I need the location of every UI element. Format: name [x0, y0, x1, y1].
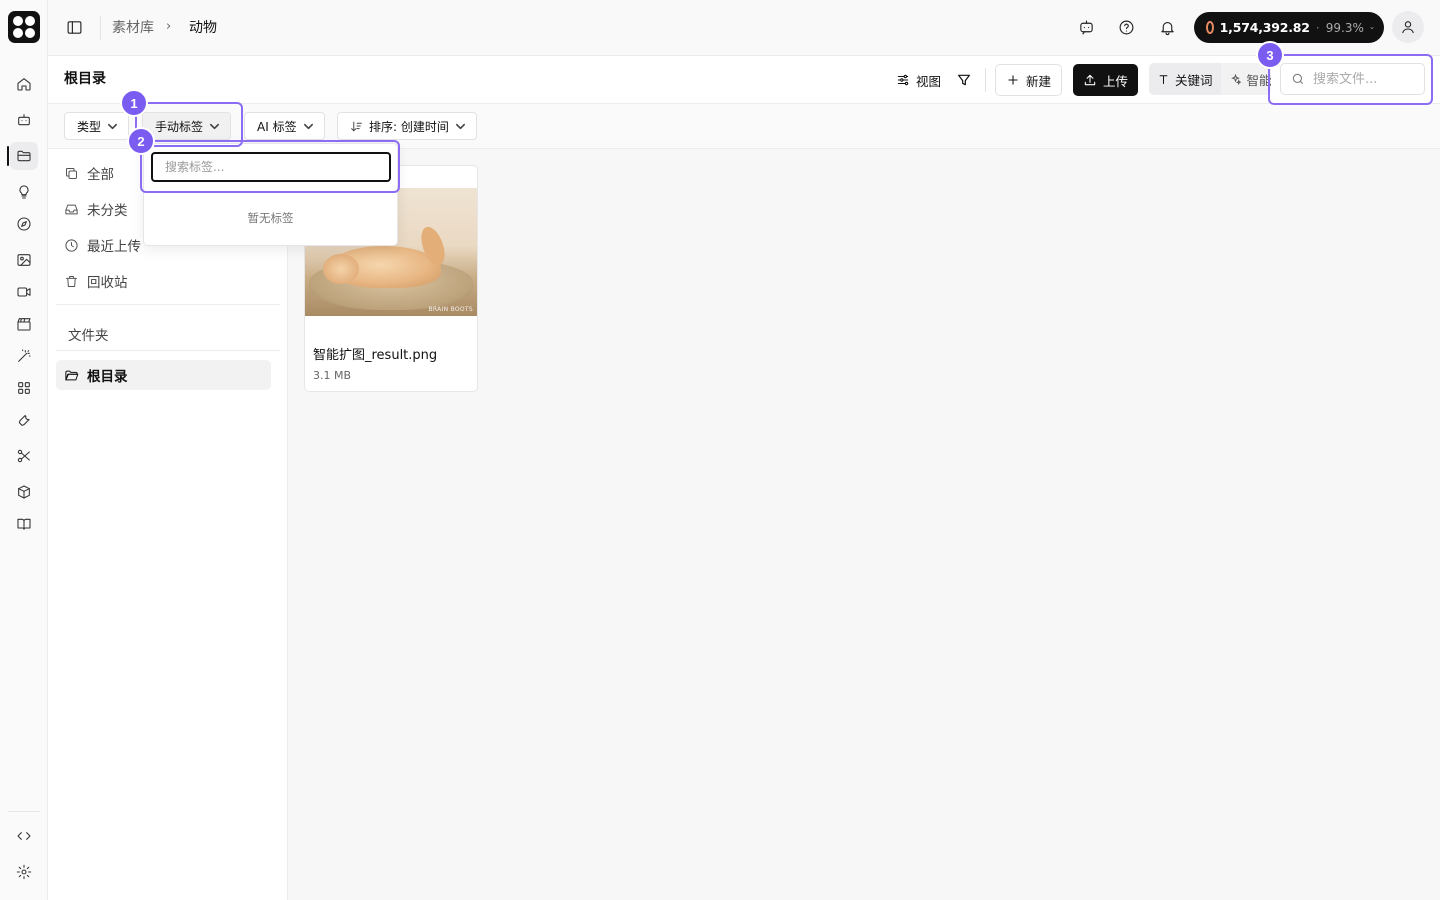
- file-size: 3.1 MB: [313, 369, 352, 382]
- sidebar-item-label: 未分类: [87, 203, 128, 219]
- notification-bell-icon[interactable]: [1153, 13, 1181, 41]
- apps-grid-icon[interactable]: [10, 374, 38, 402]
- home-icon[interactable]: [10, 70, 38, 98]
- type-filter-label: 类型: [77, 119, 102, 134]
- clock-icon: [65, 238, 78, 252]
- library-sidebar: 全部 未分类 最近上传 回收站 文件夹 根目录: [48, 149, 288, 900]
- settings-gear-icon[interactable]: [10, 858, 38, 886]
- app-rail: [0, 0, 48, 900]
- user-icon: [1402, 21, 1414, 34]
- chevron-down-icon: [303, 123, 313, 129]
- file-search-box: [1280, 63, 1425, 95]
- new-button[interactable]: 新建: [995, 64, 1063, 96]
- copy-icon: [66, 167, 77, 179]
- search-icon: [1292, 73, 1304, 85]
- bot-icon[interactable]: [10, 106, 38, 134]
- sliders-icon: [897, 74, 909, 86]
- chevron-down-icon: [210, 123, 220, 129]
- sort-label: 排序: 创建时间: [369, 119, 449, 134]
- new-button-label: 新建: [1026, 73, 1052, 89]
- folder-section-label: 文件夹: [68, 328, 109, 344]
- file-grid: BRAIN BOOTS 智能扩图_result.png 3.1 MB: [288, 149, 1440, 900]
- compass-icon[interactable]: [10, 210, 38, 238]
- clapperboard-icon[interactable]: [10, 310, 38, 338]
- breadcrumb-current: 动物: [189, 20, 217, 36]
- chevron-down-icon: [108, 123, 118, 129]
- chevron-down-icon: [455, 123, 465, 129]
- file-name: 智能扩图_result.png: [313, 348, 438, 363]
- sidebar-toggle-icon[interactable]: [60, 13, 88, 41]
- page-title: 根目录: [64, 71, 106, 87]
- ai-tag-filter-dropdown[interactable]: AI 标签: [244, 112, 325, 140]
- sidebar-item-label: 全部: [87, 167, 114, 183]
- help-icon[interactable]: [1112, 13, 1140, 41]
- view-button-label: 视图: [916, 73, 942, 89]
- credits-balance-pill[interactable]: 1,574,392.82 · 99.3%: [1194, 12, 1384, 43]
- sidebar-divider: [56, 304, 280, 305]
- upload-button-label: 上传: [1103, 73, 1129, 89]
- empty-tags-message: 暂无标签: [247, 211, 294, 225]
- content-toolbar: 根目录 视图 新建 上传 关键词 智能: [48, 56, 1440, 104]
- tag-search-input[interactable]: [151, 152, 391, 182]
- wrench-icon[interactable]: [10, 406, 38, 434]
- inbox-icon: [65, 204, 78, 214]
- file-search-input[interactable]: [1313, 71, 1413, 87]
- manual-tag-filter-dropdown[interactable]: 手动标签: [142, 112, 232, 140]
- magic-wand-icon[interactable]: [10, 342, 38, 370]
- video-icon[interactable]: [10, 278, 38, 306]
- keyword-mode-option[interactable]: 关键词: [1149, 63, 1221, 95]
- scissors-icon[interactable]: [10, 442, 38, 470]
- sidebar-divider: [56, 350, 280, 351]
- keyword-mode-label: 关键词: [1175, 72, 1213, 88]
- annotation-badge-3: 3: [1256, 41, 1284, 69]
- sidebar-item-label: 回收站: [87, 275, 128, 291]
- ai-tag-filter-label: AI 标签: [257, 119, 297, 134]
- text-type-icon: [1159, 74, 1168, 84]
- folder-item-root[interactable]: 根目录: [56, 360, 271, 390]
- sidebar-item-trash[interactable]: 回收站: [56, 266, 272, 296]
- filter-button[interactable]: [948, 64, 980, 96]
- filter-funnel-icon: [958, 74, 970, 86]
- code-icon[interactable]: [10, 822, 38, 850]
- toolbar-divider: [985, 68, 986, 92]
- plus-icon: [1008, 75, 1018, 85]
- sparkles-icon: [1230, 73, 1242, 85]
- folder-open-icon: [65, 370, 79, 380]
- thumbnail-watermark: BRAIN BOOTS: [428, 306, 473, 313]
- user-avatar[interactable]: [1392, 11, 1424, 43]
- annotation-badge-1: 1: [120, 89, 148, 117]
- folder-icon[interactable]: [7, 142, 38, 170]
- sidebar-item-label: 最近上传: [87, 239, 141, 255]
- breadcrumb-root[interactable]: 素材库: [112, 19, 154, 37]
- sort-dropdown[interactable]: 排序: 创建时间: [337, 112, 477, 140]
- chat-bot-icon[interactable]: [1072, 13, 1100, 41]
- chevron-down-icon: [1370, 26, 1374, 29]
- top-header: 素材库 › 动物 1,574,392.82 · 99.3%: [48, 0, 1440, 56]
- folder-item-label: 根目录: [87, 369, 128, 385]
- credits-separator: ·: [1315, 20, 1320, 35]
- view-button[interactable]: 视图: [886, 64, 952, 96]
- annotation-badge-2: 2: [127, 127, 155, 155]
- upload-icon: [1084, 74, 1096, 86]
- manual-tag-filter-label: 手动标签: [155, 119, 204, 134]
- search-mode-toggle: 关键词 智能: [1149, 63, 1271, 95]
- app-logo[interactable]: [8, 11, 40, 43]
- manual-tag-dropdown-menu: 暂无标签: [143, 143, 398, 246]
- coin-icon: [1206, 21, 1214, 34]
- book-icon[interactable]: [10, 510, 38, 538]
- credits-amount: 1,574,392.82: [1219, 20, 1310, 35]
- credits-percent: 99.3%: [1325, 20, 1364, 35]
- image-icon[interactable]: [10, 246, 38, 274]
- package-icon[interactable]: [10, 478, 38, 506]
- smart-mode-label: 智能: [1246, 72, 1271, 88]
- upload-button[interactable]: 上传: [1073, 64, 1139, 96]
- trash-icon: [66, 275, 77, 287]
- sort-arrows-icon: [351, 121, 362, 131]
- rail-divider: [8, 811, 40, 812]
- type-filter-dropdown[interactable]: 类型: [64, 112, 130, 140]
- breadcrumb-chevron-icon: ›: [166, 19, 172, 34]
- lightbulb-icon[interactable]: [10, 178, 38, 206]
- header-divider: [100, 16, 101, 40]
